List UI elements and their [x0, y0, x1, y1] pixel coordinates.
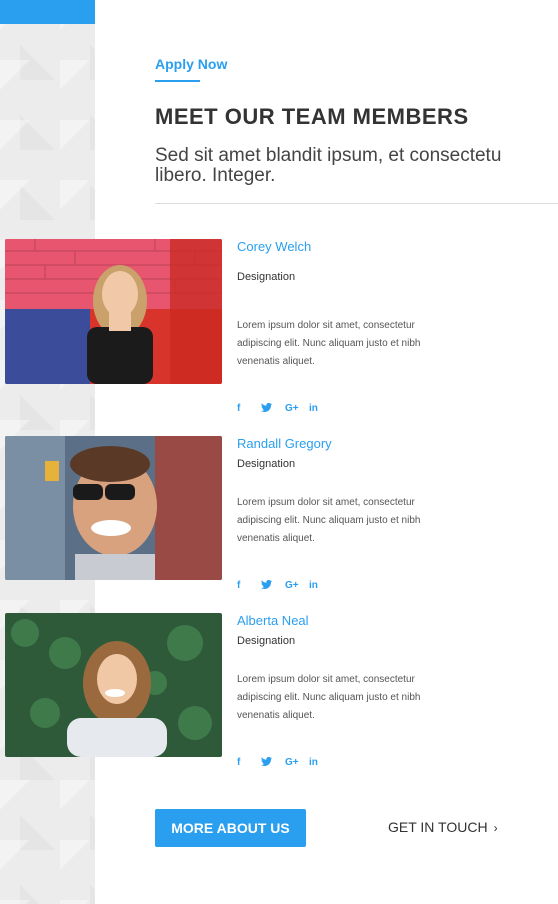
more-about-us-button[interactable]: MORE ABOUT US	[155, 809, 306, 847]
member-designation: Designation	[237, 271, 296, 283]
subtitle-line-1: Sed sit amet blandit ipsum, et consectet…	[155, 146, 502, 166]
get-in-touch-label: GET IN TOUCH	[388, 819, 488, 835]
member-name[interactable]: Alberta Neal	[237, 613, 309, 628]
member-social-links: f G+ in	[237, 579, 333, 592]
facebook-icon[interactable]: f	[237, 580, 261, 592]
apply-now-underline	[155, 80, 200, 82]
twitter-icon[interactable]	[261, 579, 285, 592]
linkedin-icon[interactable]: in	[309, 403, 333, 415]
member-photo	[5, 613, 222, 757]
linkedin-icon[interactable]: in	[309, 757, 333, 769]
subtitle-line-2: libero. Integer.	[155, 165, 276, 186]
member-designation: Designation	[237, 458, 296, 470]
member-photo	[5, 436, 222, 580]
get-in-touch-link[interactable]: GET IN TOUCH ›	[388, 819, 498, 835]
facebook-icon[interactable]: f	[237, 403, 261, 415]
section-divider	[155, 203, 558, 204]
apply-now-link[interactable]: Apply Now	[155, 56, 227, 72]
member-name[interactable]: Randall Gregory	[237, 436, 332, 451]
member-social-links: f G+ in	[237, 402, 333, 415]
linkedin-icon[interactable]: in	[309, 580, 333, 592]
page-title: MEET OUR TEAM MEMBERS	[155, 104, 469, 129]
facebook-icon[interactable]: f	[237, 757, 261, 769]
google-plus-icon[interactable]: G+	[285, 403, 309, 415]
chevron-right-icon: ›	[493, 821, 498, 835]
top-accent-bar	[0, 0, 95, 24]
member-bio: Lorem ipsum dolor sit amet, consectetur …	[237, 497, 421, 544]
twitter-icon[interactable]	[261, 402, 285, 415]
member-bio: Lorem ipsum dolor sit amet, consectetur …	[237, 674, 421, 721]
page-subtitle: Sed sit amet blandit ipsum, et consectet…	[155, 146, 558, 186]
member-bio: Lorem ipsum dolor sit amet, consectetur …	[237, 320, 421, 367]
twitter-icon[interactable]	[261, 756, 285, 769]
google-plus-icon[interactable]: G+	[285, 580, 309, 592]
member-designation: Designation	[237, 635, 296, 647]
member-photo	[5, 239, 222, 384]
google-plus-icon[interactable]: G+	[285, 757, 309, 769]
member-name[interactable]: Corey Welch	[237, 239, 311, 254]
member-social-links: f G+ in	[237, 756, 333, 769]
